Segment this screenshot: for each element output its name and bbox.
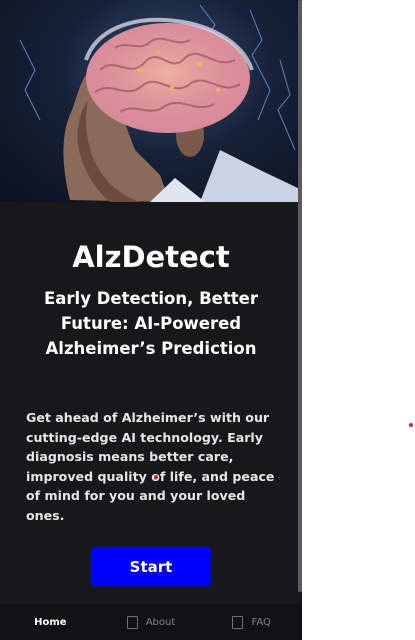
nav-item-home[interactable]: Home [0,617,101,628]
nav-about-label: About [145,616,176,628]
nav-item-faq[interactable]: FAQ [201,615,302,629]
cursor-dot-icon [409,423,413,427]
nav-item-about[interactable]: About [101,615,202,629]
app-description: Get ahead of Alzheimer’s with our cuttin… [26,410,275,523]
nav-faq-label: FAQ [251,616,271,628]
app-title: AlzDetect [72,240,230,274]
cursor-dot-icon [154,475,158,479]
about-icon [126,615,138,629]
faq-icon [232,615,244,629]
start-button[interactable]: Start [91,547,211,586]
app-subtitle: Early Detection, Better Future: AI-Power… [44,289,258,358]
bottom-navbar: Home About FAQ [0,604,302,640]
scrollbar-thumb[interactable] [298,0,302,592]
nav-home-label: Home [34,616,67,628]
brain-illustration-icon [19,4,302,202]
hero-image [0,0,302,202]
app-window: AlzDetect Early Detection, Better Future… [0,0,302,640]
